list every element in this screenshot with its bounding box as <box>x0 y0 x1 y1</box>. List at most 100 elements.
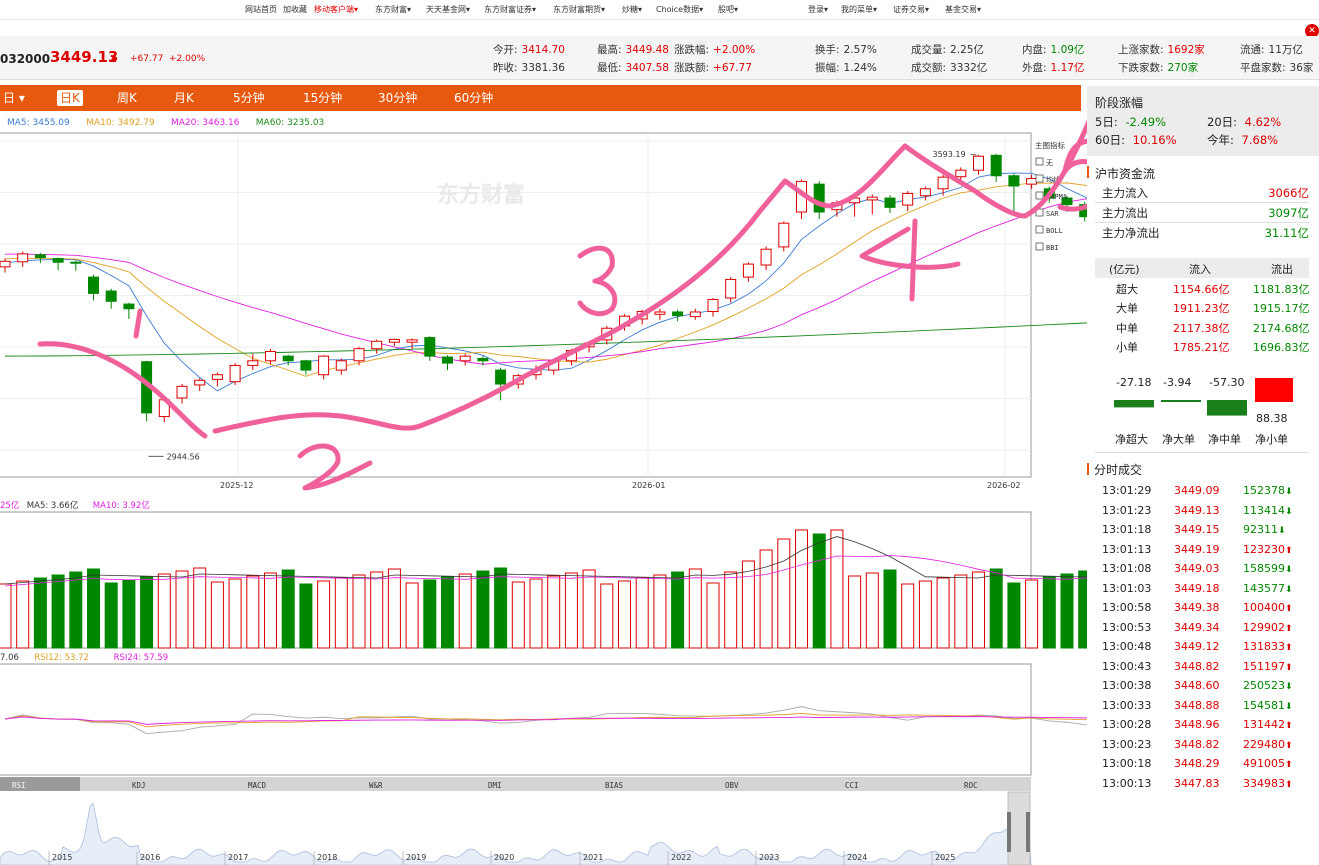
candle[interactable] <box>1026 178 1038 185</box>
topnav-item[interactable]: 基金交易▾ <box>945 4 981 15</box>
indicator-tab[interactable]: ROC <box>964 781 978 790</box>
candle[interactable] <box>955 169 967 178</box>
checkbox[interactable] <box>1035 225 1044 234</box>
tab-period[interactable]: 月K <box>171 90 197 106</box>
candle[interactable] <box>654 311 666 315</box>
stage-change-label: 5日: <box>1095 115 1118 129</box>
volume-bar <box>193 567 207 649</box>
divider <box>1095 202 1309 203</box>
checkbox[interactable] <box>1035 157 1044 166</box>
candle[interactable] <box>902 192 914 206</box>
indicator-tab[interactable]: DMI <box>488 781 502 790</box>
topnav-item[interactable]: 东方财富期货▾ <box>553 4 605 15</box>
side-menu-item[interactable]: BOLL <box>1046 227 1063 235</box>
candle[interactable] <box>760 248 772 266</box>
candle[interactable] <box>371 340 383 350</box>
candle[interactable] <box>17 253 29 263</box>
stage-change-label: 今年: <box>1207 133 1234 147</box>
candle[interactable] <box>406 339 418 343</box>
candle[interactable] <box>672 311 684 317</box>
candle[interactable] <box>1008 175 1020 187</box>
candle[interactable] <box>0 260 11 268</box>
candle[interactable] <box>937 176 949 190</box>
tab-period[interactable]: 日K <box>57 90 83 106</box>
candle[interactable] <box>495 369 507 385</box>
side-menu-item[interactable]: SAR <box>1046 210 1059 218</box>
candle[interactable] <box>70 261 82 264</box>
candle[interactable] <box>866 196 878 201</box>
candle[interactable] <box>388 338 400 343</box>
stage-change-value: 10.16% <box>1129 133 1177 147</box>
topnav-item[interactable]: 东方财富▾ <box>375 4 411 15</box>
candle[interactable] <box>265 350 276 362</box>
candle[interactable] <box>424 337 436 357</box>
topnav-item[interactable]: 股吧▾ <box>718 4 738 15</box>
checkbox[interactable] <box>1035 242 1044 251</box>
trades-title: 分时成交 <box>1094 463 1143 477</box>
topnav-item[interactable]: Choice数据▾ <box>656 4 703 15</box>
indicator-tab[interactable]: MACD <box>248 781 267 790</box>
tab-period[interactable]: 15分钟 <box>300 90 345 106</box>
indicator-tab[interactable]: CCI <box>845 781 859 790</box>
candle[interactable] <box>689 311 701 318</box>
candle[interactable] <box>778 222 790 248</box>
kline-chart[interactable]: 东方财富 MA5: 3455.09 MA10: 3492.79 MA20: 3463.… <box>0 111 1087 865</box>
candle[interactable] <box>211 374 223 380</box>
candle[interactable] <box>990 154 1002 177</box>
candle[interactable] <box>34 254 46 259</box>
indicator-tab[interactable]: KDJ <box>132 781 146 790</box>
candle[interactable] <box>123 303 135 310</box>
candle[interactable] <box>282 355 294 362</box>
topnav-item[interactable]: 东方财富证券▾ <box>484 4 536 15</box>
indicator-tab[interactable]: BIAS <box>605 781 624 790</box>
candle[interactable] <box>742 263 754 278</box>
candle[interactable] <box>725 278 737 299</box>
candle[interactable] <box>884 197 896 208</box>
topnav-item[interactable]: 登录▾ <box>808 4 828 15</box>
tab-period[interactable]: 60分钟 <box>451 90 496 106</box>
overview-handle-right[interactable] <box>1026 812 1030 852</box>
candle[interactable] <box>247 360 259 366</box>
topnav-item[interactable]: 天天基金网▾ <box>426 4 470 15</box>
indicator-tab[interactable]: W&R <box>369 781 383 790</box>
side-menu-item[interactable]: BBI <box>1046 244 1059 252</box>
indicator-tab[interactable]: OBV <box>725 781 739 790</box>
checkbox[interactable] <box>1035 174 1044 183</box>
candle[interactable] <box>459 355 471 362</box>
topnav-item[interactable]: 证券交易▾ <box>893 4 929 15</box>
candle[interactable] <box>707 298 719 313</box>
topnav-item[interactable]: 加收藏 <box>283 4 307 15</box>
tab-period[interactable]: 30分钟 <box>375 90 420 106</box>
quote-stat: 涨跌幅: +2.00% <box>674 42 755 57</box>
candle[interactable] <box>229 364 241 383</box>
candle[interactable] <box>194 379 206 386</box>
overview-handle-left[interactable] <box>1007 812 1011 852</box>
candle[interactable] <box>88 276 99 294</box>
side-menu-item[interactable]: 无 <box>1046 159 1053 167</box>
candle[interactable] <box>52 258 64 263</box>
ma-legend: MA10: 3492.79 <box>86 118 155 128</box>
candle[interactable] <box>442 356 453 364</box>
indicator-tab[interactable]: RSI <box>12 781 26 790</box>
topnav-item[interactable]: 炒糖▾ <box>622 4 642 15</box>
candle[interactable] <box>973 155 984 171</box>
topnav-item[interactable]: 网站首页 <box>245 4 277 15</box>
topnav-item[interactable]: 移动客户端▾ <box>314 4 358 15</box>
trade-volume-value: 129902 <box>1243 620 1285 634</box>
tab-period[interactable]: 周K <box>114 90 140 106</box>
candle[interactable] <box>813 183 825 213</box>
candle[interactable] <box>318 355 330 376</box>
tab-period[interactable]: 日 ▾ <box>0 90 28 106</box>
candle[interactable] <box>477 357 489 362</box>
candle[interactable] <box>105 290 117 302</box>
candle[interactable] <box>176 385 188 399</box>
candle[interactable] <box>335 360 347 371</box>
volume-bar <box>759 549 773 649</box>
topnav-item[interactable]: 我的菜单▾ <box>841 4 877 15</box>
checkbox[interactable] <box>1035 191 1044 200</box>
quote-stat-label: 振幅: <box>815 62 840 74</box>
candle[interactable] <box>919 188 931 197</box>
candle[interactable] <box>300 360 312 371</box>
tab-period[interactable]: 5分钟 <box>230 90 268 106</box>
candle[interactable] <box>353 348 365 362</box>
